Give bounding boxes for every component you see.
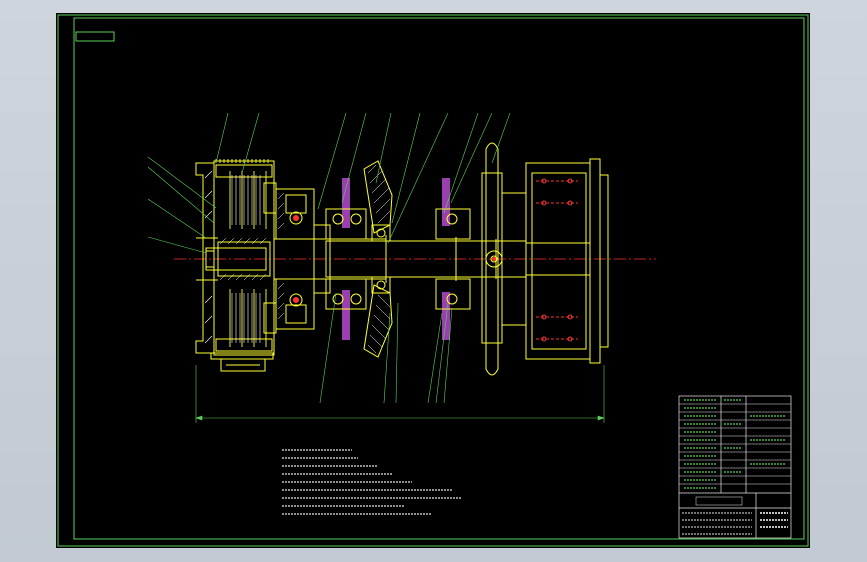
title-block-label-box: [695, 496, 743, 506]
bearing-hatch: [277, 192, 285, 320]
bearing-ball: [293, 297, 299, 303]
clutch-disks-hatch: [204, 170, 261, 344]
drawing-stamp-box: [75, 31, 115, 42]
title-block: [678, 395, 792, 539]
hand-wheel-hub: [492, 257, 496, 261]
part-leaders-left: [147, 156, 217, 254]
overall-dimension: [195, 365, 605, 423]
assembly-drawing: [57, 14, 809, 547]
technical-notes: [282, 449, 462, 515]
motor: [525, 158, 609, 364]
cad-viewport[interactable]: [0, 0, 867, 562]
outer-frame: [57, 14, 809, 547]
bearing-ball: [293, 215, 299, 221]
title-block-name: [760, 512, 788, 528]
motor-bolts: [536, 178, 578, 342]
title-block-signatures: [682, 512, 752, 535]
drawing-canvas[interactable]: [56, 13, 810, 548]
